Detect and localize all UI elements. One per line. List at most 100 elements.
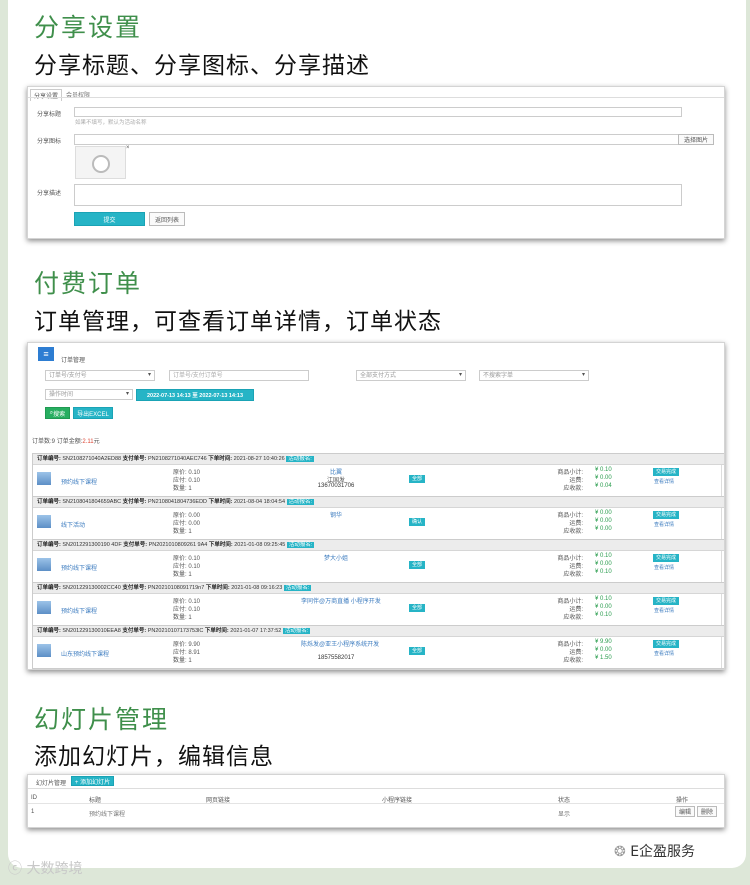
activity-tag: 活动报名: (286, 456, 314, 462)
trade-complete-badge[interactable]: 交易完成 (653, 640, 680, 648)
order-row: 订单编号: SN2108271040A2ED88 支付单号: PN2108271… (32, 453, 724, 497)
received: ¥ 0.10 (595, 612, 612, 618)
pay-no: PN20210107173753lC (147, 628, 204, 634)
order-row: 订单编号: SN2012291300190 4DF 支付单号: PN202101… (32, 539, 724, 583)
view-detail-link[interactable]: 查看详情 (654, 521, 674, 528)
watermark-left: ⓒ 大数跨境 (8, 858, 82, 878)
tab-divider (28, 788, 724, 789)
order-type-select[interactable]: 订单号/支付号 (45, 370, 155, 381)
row-divider (721, 637, 722, 668)
received: ¥ 0.10 (595, 569, 612, 575)
product-thumbnail (37, 558, 51, 571)
order-header: 订单编号: SN2108271040A2ED88 支付单号: PN2108271… (33, 454, 724, 465)
row-divider (721, 594, 722, 625)
product-name[interactable]: 山东预约线下课程 (61, 649, 109, 658)
search-button[interactable]: ⌕ 搜索 (45, 407, 70, 419)
tab-member-rights[interactable]: 会员权限 (63, 89, 93, 100)
subtotal: ¥ 0.10 (595, 467, 612, 473)
trade-complete-badge[interactable]: 交易完成 (653, 597, 680, 605)
pay-no-label: 支付单号: (123, 542, 148, 548)
export-excel-button[interactable]: 导出EXCEL (73, 407, 113, 419)
subtotal: ¥ 9.90 (595, 639, 612, 645)
view-detail-link[interactable]: 查看详情 (654, 478, 674, 485)
freight: ¥ 0.00 (595, 475, 612, 481)
trade-complete-badge[interactable]: 交易完成 (653, 511, 680, 519)
slide-id: 1 (31, 809, 35, 815)
slide-title: 预约线下课程 (89, 812, 126, 818)
activity-tag: 活动报名: (286, 542, 315, 548)
watermark-left-text: 大数跨境 (26, 861, 83, 877)
order-no-input[interactable]: 订单号/支付订单号 (169, 370, 309, 381)
menu-icon[interactable]: ≡ (38, 347, 54, 361)
delete-button[interactable]: 删除 (697, 806, 717, 817)
trade-complete-badge[interactable]: 交易完成 (653, 554, 680, 562)
back-to-list-button[interactable]: 返回列表 (149, 212, 185, 226)
remove-image-icon[interactable]: × (126, 145, 130, 151)
activity-tag: 活动报名: (283, 585, 312, 591)
order-no-label: 订单编号: (37, 456, 61, 462)
section-subtitle: 分享标题、分享图标、分享描述 (34, 53, 370, 79)
pay-no: PN2108271040AEC746 (148, 456, 207, 462)
product-name[interactable]: 预约线下课程 (61, 606, 97, 615)
buyer-name: 李同伴@万商直播 小程序开发 (301, 599, 381, 605)
icon-preview (75, 146, 126, 179)
share-desc-textarea[interactable] (74, 184, 682, 206)
section-title: 付费订单 (34, 269, 143, 298)
tab-divider (28, 97, 724, 98)
section-subtitle: 添加幻灯片，编辑信息 (34, 744, 274, 770)
view-detail-link[interactable]: 查看详情 (654, 564, 674, 571)
orders-summary: 订单数:9 订单金额:2.11元 (32, 436, 100, 445)
pay-no-label: 支付单号: (122, 499, 147, 505)
view-detail-link[interactable]: 查看详情 (654, 607, 674, 614)
activity-tag: 活动报名: (286, 499, 315, 505)
share-title-hint: 如果不填写，默认为活动名称 (75, 120, 147, 126)
no-image-icon (92, 155, 110, 173)
buyer-phone: 13670031706 (317, 483, 355, 489)
product-name[interactable]: 预约线下课程 (61, 477, 97, 486)
order-no-label: 订单编号: (37, 499, 61, 505)
view-detail-link[interactable]: 查看详情 (654, 650, 674, 657)
buyer-phone: 18575582017 (317, 655, 355, 661)
status-badge: 全部 (409, 475, 426, 483)
submit-button[interactable]: 提交 (74, 212, 145, 226)
freight: ¥ 0.00 (595, 518, 612, 524)
buyer-name: 钢华 (329, 513, 342, 519)
slides-screenshot: 幻灯片管理 + 添加幻灯片 ID 标题 网页链接 小程序链接 状态 操作 1 预… (27, 774, 725, 828)
quantity: 数量: 1 (173, 572, 192, 578)
product-name[interactable]: 预约线下课程 (61, 563, 97, 572)
pay-method-select[interactable]: 全部支付方式 (356, 370, 466, 381)
share-icon-input[interactable] (74, 134, 679, 145)
share-title-label: 分享标题 (37, 112, 62, 118)
time-type-select[interactable]: 操作时间 (45, 389, 133, 400)
order-row: 订单编号: SN201229130010EEA8 支付单号: PN2021010… (32, 625, 724, 669)
quantity: 数量: 1 (173, 615, 192, 621)
quantity: 数量: 1 (173, 658, 192, 664)
received-label: 应收款: (563, 529, 583, 535)
time-label: 下单时间: (208, 456, 233, 462)
section-title: 分享设置 (34, 13, 143, 42)
order-header: 订单编号: SN2012291300190 4DF 支付单号: PN202101… (33, 540, 724, 551)
order-no: SN2108041804659ABC (62, 499, 122, 505)
date-range-picker[interactable]: 2022-07-13 14:13 至 2022-07-13 14:13 (136, 389, 254, 401)
pay-no: PN2108041804736EDD (148, 499, 208, 505)
product-name[interactable]: 线下活动 (61, 520, 85, 529)
freight: ¥ 0.00 (595, 647, 612, 653)
search-scope-select[interactable]: 不搜索字单 (479, 370, 589, 381)
status-badge: 全部 (409, 604, 426, 612)
pay-no: PN2021010809261 9A4 (148, 542, 208, 548)
tab-share-settings[interactable]: 分享设置 (30, 89, 63, 101)
choose-image-button[interactable]: 选择图片 (678, 134, 714, 145)
order-time: 2021-01-08 09:25:45 (234, 542, 286, 548)
trade-complete-badge[interactable]: 交易完成 (653, 468, 680, 476)
edit-button[interactable]: 编辑 (675, 806, 695, 817)
subtotal: ¥ 0.00 (595, 510, 612, 516)
add-slide-button[interactable]: + 添加幻灯片 (71, 776, 114, 786)
watermark-right: ❂ E企盈服务 (614, 841, 695, 861)
slides-tab[interactable]: 幻灯片管理 (36, 778, 66, 787)
product-thumbnail (37, 644, 51, 657)
order-no: SN2012291300190 4DF (62, 542, 122, 548)
status-badge: 确认 (409, 518, 426, 526)
order-no-label: 订单编号: (37, 628, 61, 634)
share-title-input[interactable] (74, 107, 682, 117)
amount-value: 2.11 (82, 439, 94, 445)
